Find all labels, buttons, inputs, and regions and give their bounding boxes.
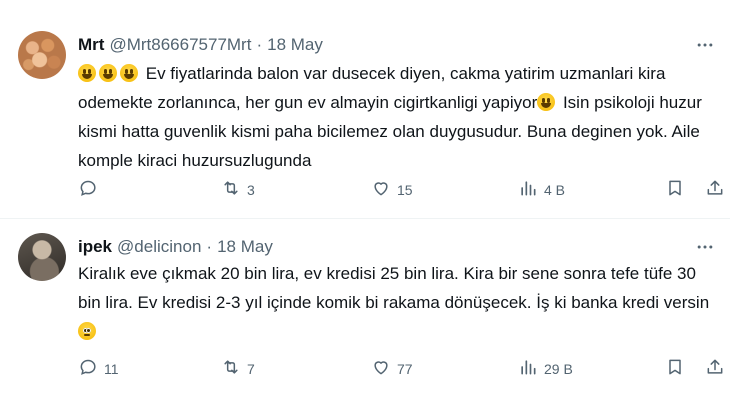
author-handle[interactable]: @Mrt86667577Mrt — [109, 35, 251, 55]
heart-icon — [371, 178, 391, 201]
reply-button[interactable]: 11 — [78, 357, 119, 380]
like-count: 15 — [397, 181, 413, 198]
more-icon[interactable] — [694, 34, 716, 56]
author-name[interactable]: ipek — [78, 237, 112, 257]
views-button[interactable]: 29 B — [518, 357, 573, 380]
tweet-text: Kiralık eve çıkmak 20 bin lira, ev kredi… — [78, 259, 718, 346]
bookmark-button[interactable] — [665, 357, 685, 380]
tweet[interactable]: Mrt @Mrt86667577Mrt · 18 May Ev fiyatlar… — [0, 0, 730, 219]
more-icon[interactable] — [694, 236, 716, 258]
views-count: 4 B — [544, 181, 566, 198]
separator-dot: · — [206, 237, 213, 256]
tweet-actions: 11 7 77 29 B — [78, 357, 724, 381]
author-handle[interactable]: @delicinon — [117, 237, 201, 257]
tweet-text: Ev fiyatlarinda balon var dusecek diyen,… — [78, 59, 718, 175]
separator-dot: · — [256, 35, 263, 54]
like-button[interactable]: 15 — [371, 178, 413, 201]
tweet-text-part1: Kiralık eve çıkmak 20 bin lira, ev kredi… — [78, 264, 714, 312]
pleading-face-emoji-icon — [78, 322, 96, 340]
share-icon — [705, 357, 725, 380]
bookmark-icon — [665, 357, 685, 380]
retweet-icon — [221, 178, 241, 201]
share-icon — [705, 178, 725, 201]
reply-icon — [78, 178, 98, 201]
retweet-count: 3 — [247, 181, 255, 198]
bookmark-button[interactable] — [665, 178, 685, 201]
like-count: 77 — [397, 360, 413, 377]
avatar[interactable] — [18, 233, 66, 281]
heart-icon — [371, 357, 391, 380]
tweet[interactable]: ipek @delicinon · 18 May Kiralık eve çık… — [0, 219, 730, 420]
retweet-button[interactable]: 7 — [221, 357, 255, 380]
reply-count: 11 — [104, 360, 119, 377]
grinning-emoji-icon — [78, 64, 96, 82]
author-name[interactable]: Mrt — [78, 35, 104, 55]
grinning-emoji-icon — [537, 93, 556, 111]
views-button[interactable]: 4 B — [518, 178, 565, 201]
share-button[interactable] — [705, 357, 725, 380]
bookmark-icon — [665, 178, 685, 201]
views-icon — [518, 357, 538, 380]
tweet-header: Mrt @Mrt86667577Mrt · 18 May — [78, 35, 323, 55]
tweet-date[interactable]: 18 May — [217, 237, 273, 257]
retweet-count: 7 — [247, 360, 255, 377]
reply-button[interactable] — [78, 178, 104, 201]
reply-icon — [78, 357, 98, 380]
tweet-header: ipek @delicinon · 18 May — [78, 237, 273, 257]
share-button[interactable] — [705, 178, 725, 201]
views-icon — [518, 178, 538, 201]
retweet-button[interactable]: 3 — [221, 178, 255, 201]
tweet-date[interactable]: 18 May — [267, 35, 323, 55]
like-button[interactable]: 77 — [371, 357, 413, 380]
views-count: 29 B — [544, 360, 573, 377]
retweet-icon — [221, 357, 241, 380]
tweet-actions: 3 15 4 B — [78, 178, 724, 202]
grinning-emoji-icon — [99, 64, 117, 82]
avatar[interactable] — [18, 31, 66, 79]
grinning-emoji-icon — [120, 64, 138, 82]
